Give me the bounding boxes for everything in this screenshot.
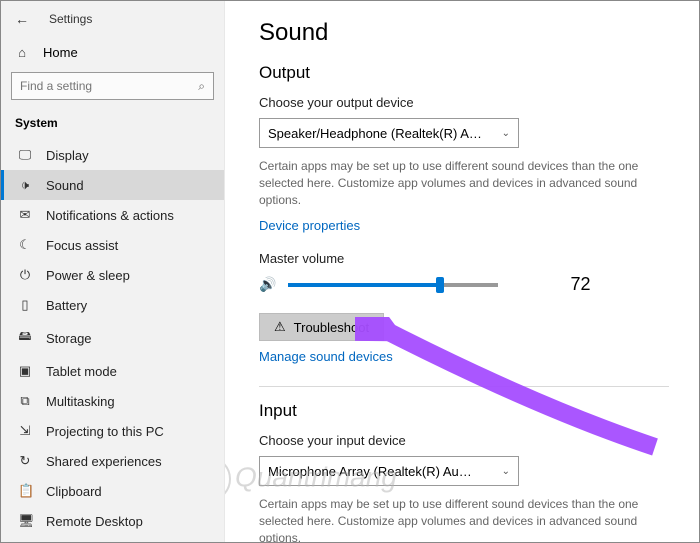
sidebar-item-home[interactable]: ⌂ Home [1,37,224,72]
output-note: Certain apps may be set up to use differ… [259,158,639,208]
battery-icon: ▯ [18,297,32,313]
troubleshoot-label: Troubleshoot [294,320,369,335]
sidebar-item-battery[interactable]: ▯ Battery [1,290,224,320]
sidebar-item-label: Sound [46,178,84,193]
storage-icon: 🖴 [18,327,32,349]
input-device-dropdown[interactable]: Microphone Array (Realtek(R) Au… ⌄ [259,456,519,486]
sidebar-item-label: Remote Desktop [46,514,143,529]
sidebar-item-focus-assist[interactable]: ☾ Focus assist [1,230,224,260]
output-device-properties-link[interactable]: Device properties [259,218,360,233]
input-device-selected: Microphone Array (Realtek(R) Au… [268,464,472,479]
search-icon: ⌕ [198,79,205,94]
output-choose-label: Choose your output device [259,95,679,110]
volume-value: 72 [570,274,590,295]
sidebar: ← Settings ⌂ Home ⌕ System 🖵 Display 🕩 Soun… [1,1,225,542]
volume-slider[interactable] [288,283,498,287]
input-choose-label: Choose your input device [259,433,679,448]
sidebar-item-label: Multitasking [46,394,115,409]
sidebar-nav: 🖵 Display 🕩 Sound ✉ Notifications & actions ☾ F… [1,140,224,542]
sidebar-item-label: Tablet mode [46,364,117,379]
chevron-down-icon: ⌄ [502,466,510,477]
sidebar-category: System [1,110,224,140]
speaker-icon[interactable]: 🔊 [259,276,276,293]
input-note: Certain apps may be set up to use differ… [259,496,639,542]
divider [259,386,669,387]
sidebar-item-display[interactable]: 🖵 Display [1,140,224,170]
focus-icon: ☾ [18,237,32,253]
sidebar-item-label: Projecting to this PC [46,424,164,439]
notifications-icon: ✉ [18,207,32,223]
search-input[interactable]: ⌕ [11,72,214,100]
sidebar-item-label: Display [46,148,89,163]
output-heading: Output [259,63,679,83]
search-field[interactable] [20,79,187,93]
sidebar-item-label: Focus assist [46,238,118,253]
window-title: Settings [49,12,92,26]
sidebar-item-label: Power & sleep [46,268,130,283]
page-title: Sound [259,19,679,47]
sidebar-item-label: Notifications & actions [46,208,174,223]
sidebar-item-sound[interactable]: 🕩 Sound [1,170,224,200]
shared-icon: ↻ [18,453,32,469]
power-icon: ⏻ [18,267,32,283]
display-icon: 🖵 [18,147,32,163]
back-icon[interactable]: ← [15,11,29,27]
home-label: Home [43,45,78,60]
sound-icon: 🕩 [18,177,32,193]
sidebar-item-remote-desktop[interactable]: 🖥 Remote Desktop [1,506,224,536]
sidebar-item-shared-experiences[interactable]: ↻ Shared experiences [1,446,224,476]
remote-icon: 🖥 [18,513,32,529]
clipboard-icon: 📋 [18,483,32,499]
home-icon: ⌂ [15,45,29,60]
sidebar-item-label: Battery [46,298,87,313]
project-icon: ⇲ [18,423,32,439]
troubleshoot-button[interactable]: ⚠ Troubleshoot [259,313,384,341]
sidebar-item-label: Clipboard [46,484,102,499]
master-volume-label: Master volume [259,251,679,266]
sidebar-item-tablet-mode[interactable]: ▣ Tablet mode [1,356,224,386]
output-device-dropdown[interactable]: Speaker/Headphone (Realtek(R) A… ⌄ [259,118,519,148]
sidebar-item-power-sleep[interactable]: ⏻ Power & sleep [1,260,224,290]
sidebar-item-label: Shared experiences [46,454,162,469]
main-content: Sound Output Choose your output device S… [225,1,699,542]
input-heading: Input [259,401,679,421]
chevron-down-icon: ⌄ [502,128,510,139]
multitask-icon: ⧉ [18,393,32,409]
sidebar-item-storage[interactable]: 🖴 Storage [1,320,224,356]
sidebar-item-clipboard[interactable]: 📋 Clipboard [1,476,224,506]
sidebar-item-label: Storage [46,331,92,346]
manage-sound-devices-link[interactable]: Manage sound devices [259,349,393,364]
sidebar-item-projecting-to-this-pc[interactable]: ⇲ Projecting to this PC [1,416,224,446]
sidebar-item-multitasking[interactable]: ⧉ Multitasking [1,386,224,416]
sidebar-item-notifications-actions[interactable]: ✉ Notifications & actions [1,200,224,230]
warning-icon: ⚠ [274,319,286,335]
tablet-icon: ▣ [18,363,32,379]
output-device-selected: Speaker/Headphone (Realtek(R) A… [268,126,482,141]
